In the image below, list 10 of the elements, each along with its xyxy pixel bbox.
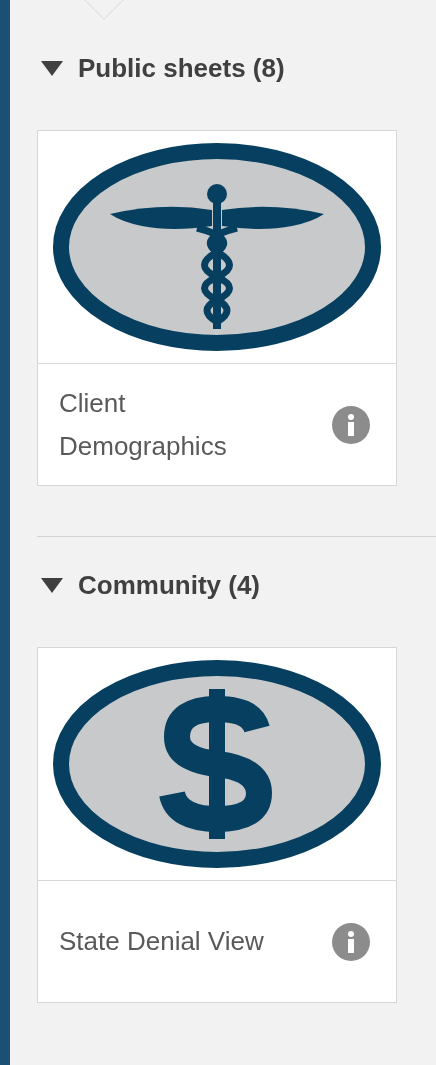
info-icon[interactable] xyxy=(332,405,370,444)
caret-icon[interactable] xyxy=(40,58,64,78)
dollar-icon xyxy=(52,659,382,869)
sheet-title: State Denial View xyxy=(59,925,265,958)
section-title[interactable]: Community (4) xyxy=(78,569,260,601)
info-icon[interactable] xyxy=(332,922,370,961)
section-title[interactable]: Public sheets (8) xyxy=(78,52,285,84)
caduceus-icon xyxy=(52,142,382,352)
sheet-title: Client Demographics xyxy=(59,386,228,463)
caret-icon[interactable] xyxy=(40,575,64,595)
